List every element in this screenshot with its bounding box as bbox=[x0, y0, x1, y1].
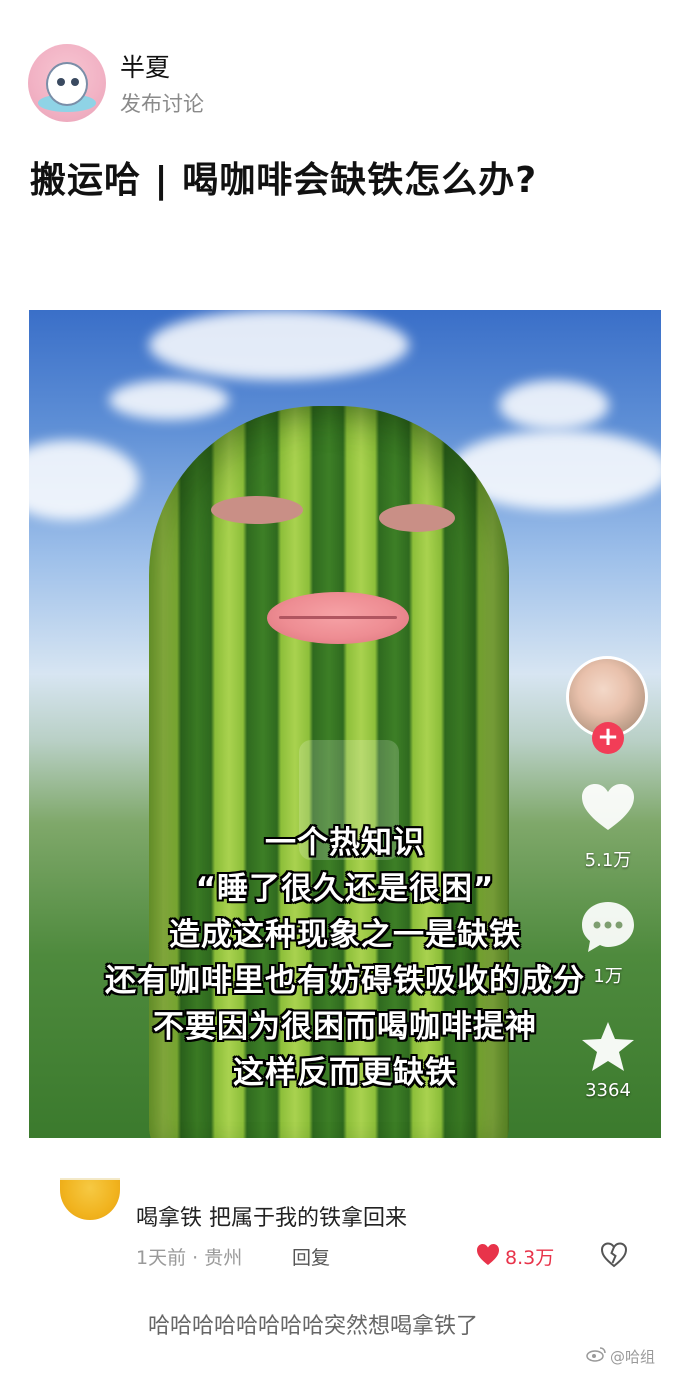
comment-count: 1万 bbox=[593, 966, 623, 987]
watermelon-lips bbox=[267, 592, 409, 644]
caption-line: “睡了很久还是很困” bbox=[195, 871, 495, 907]
follow-button[interactable]: + bbox=[592, 722, 624, 754]
comment-like-count: 8.3万 bbox=[505, 1247, 555, 1269]
like-count: 5.1万 bbox=[584, 850, 632, 871]
favorite-count: 3364 bbox=[585, 1080, 631, 1101]
heart-icon[interactable] bbox=[580, 782, 636, 834]
star-icon[interactable] bbox=[580, 1020, 636, 1074]
heart-broken-icon[interactable] bbox=[600, 1241, 628, 1269]
author-subtitle: 发布讨论 bbox=[120, 92, 204, 116]
caption-line: 造成这种现象之一是缺铁 bbox=[169, 917, 521, 953]
comment-bubble-icon[interactable] bbox=[580, 900, 636, 954]
post-title: 搬运哈 | 喝咖啡会缺铁怎么办? bbox=[30, 160, 538, 201]
reply-preview[interactable]: 哈哈哈哈哈哈哈哈突然想喝拿铁了 bbox=[148, 1308, 478, 1340]
watermark-text: @哈组 bbox=[610, 1348, 656, 1366]
author-name[interactable]: 半夏 bbox=[120, 48, 170, 84]
reply-button[interactable]: 回复 bbox=[292, 1243, 330, 1270]
comment-text: 喝拿铁 把属于我的铁拿回来 bbox=[136, 1206, 407, 1231]
video-player[interactable]: 一个热知识 “睡了很久还是很困” 造成这种现象之一是缺铁 还有咖啡里也有妨碍铁吸… bbox=[29, 310, 661, 1138]
commenter-avatar[interactable] bbox=[60, 1178, 120, 1220]
weibo-icon bbox=[586, 1346, 606, 1362]
comment-meta: 1天前 · 贵州 bbox=[136, 1247, 243, 1269]
caption-line: 不要因为很困而喝咖啡提神 bbox=[153, 1009, 537, 1045]
author-avatar[interactable] bbox=[28, 44, 106, 122]
heart-filled-icon[interactable] bbox=[476, 1243, 500, 1267]
